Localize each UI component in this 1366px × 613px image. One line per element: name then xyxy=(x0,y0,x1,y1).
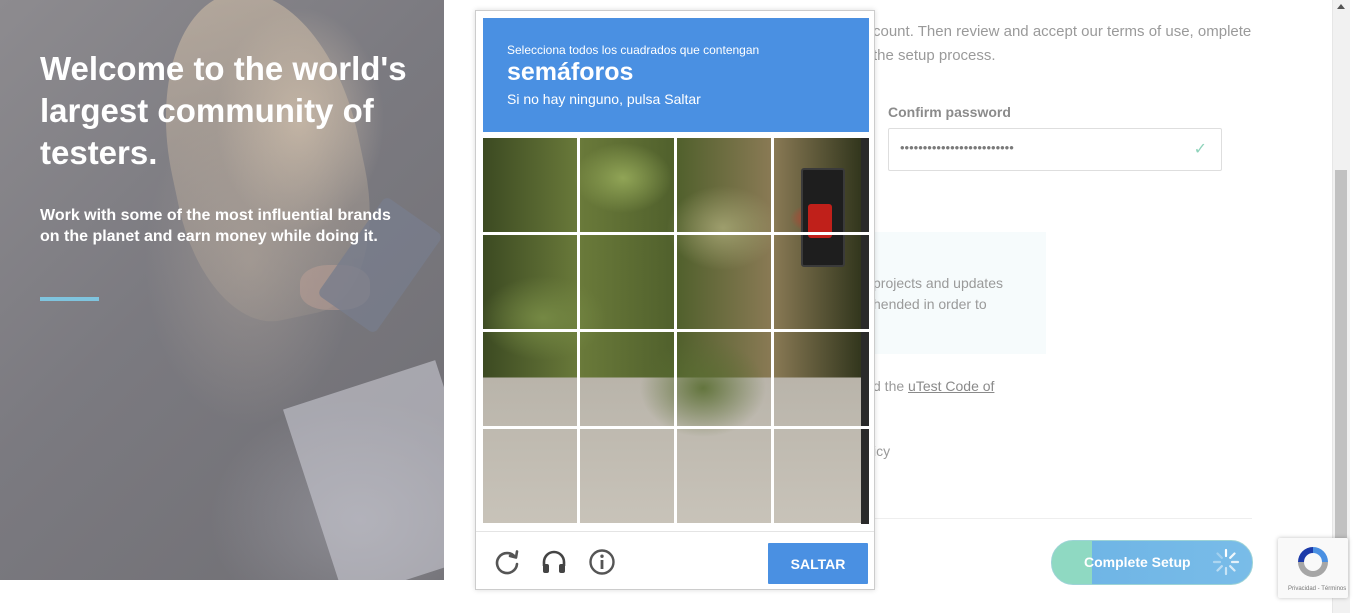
complete-setup-label: Complete Setup xyxy=(1084,554,1191,570)
hero-accent-bar xyxy=(40,297,99,301)
code-prefix: d the xyxy=(873,378,909,394)
headphones-icon[interactable] xyxy=(540,548,568,576)
captcha-hint: Si no hay ninguno, pulsa Saltar xyxy=(507,91,701,107)
check-icon: ✓ xyxy=(1193,141,1207,158)
captcha-target: semáforos xyxy=(507,58,634,86)
reload-icon[interactable] xyxy=(493,548,521,576)
scrollbar-thumb[interactable] xyxy=(1335,170,1347,538)
form-divider xyxy=(870,518,1252,519)
recaptcha-badge-text[interactable]: Privacidad - Términos xyxy=(1288,586,1346,592)
captcha-challenge: Selecciona todos los cuadrados que conte… xyxy=(475,10,875,590)
hero-panel: Welcome to the world's largest community… xyxy=(0,0,444,580)
hero-subtitle: Work with some of the most influential b… xyxy=(40,207,391,245)
hero-photo-paper xyxy=(283,360,444,580)
code-of-conduct-link[interactable]: uTest Code of xyxy=(908,378,994,394)
privacy-policy-fragment[interactable]: icy xyxy=(873,443,890,459)
captcha-footer: SALTAR xyxy=(476,531,874,590)
captcha-tile[interactable] xyxy=(580,429,674,523)
notice-line-1: projects and updates xyxy=(873,275,1003,291)
notice-box: projects and updates hended in order to xyxy=(850,232,1046,354)
captcha-header: Selecciona todos los cuadrados que conte… xyxy=(483,18,869,132)
form-intro: count. Then review and accept our terms … xyxy=(873,23,1252,64)
captcha-tile[interactable] xyxy=(677,138,771,232)
captcha-tile[interactable] xyxy=(677,429,771,523)
captcha-tile[interactable] xyxy=(677,332,771,426)
captcha-tile[interactable] xyxy=(677,235,771,329)
recaptcha-logo-icon xyxy=(1298,547,1328,577)
scroll-up-arrow-icon[interactable] xyxy=(1337,4,1345,9)
code-of-conduct-text: d the uTest Code of xyxy=(873,378,994,394)
captcha-image-grid xyxy=(483,138,869,524)
confirm-password-value: ••••••••••••••••••••••••• xyxy=(900,140,1014,155)
confirm-password-field[interactable]: ••••••••••••••••••••••••• ✓ xyxy=(888,128,1222,171)
notice-line-2: hended in order to xyxy=(873,296,987,312)
captcha-tile[interactable] xyxy=(580,138,674,232)
captcha-tile[interactable] xyxy=(483,332,577,426)
recaptcha-badge[interactable]: Privacidad - Términos xyxy=(1278,538,1348,598)
captcha-tile[interactable] xyxy=(483,429,577,523)
captcha-tile[interactable] xyxy=(774,235,868,329)
captcha-tile[interactable] xyxy=(483,235,577,329)
skip-button[interactable]: SALTAR xyxy=(768,543,868,584)
complete-setup-button[interactable]: Complete Setup xyxy=(1051,540,1253,585)
loading-spinner-icon xyxy=(1212,548,1240,576)
captcha-tile[interactable] xyxy=(580,332,674,426)
captcha-tile[interactable] xyxy=(774,138,868,232)
captcha-tile[interactable] xyxy=(774,429,868,523)
captcha-tile[interactable] xyxy=(483,138,577,232)
page-scrollbar[interactable] xyxy=(1332,0,1350,613)
captcha-instruction: Selecciona todos los cuadrados que conte… xyxy=(507,43,760,57)
hero-title: Welcome to the world's largest community… xyxy=(40,50,407,171)
confirm-password-label: Confirm password xyxy=(888,104,1011,120)
captcha-tile[interactable] xyxy=(580,235,674,329)
info-icon[interactable] xyxy=(588,548,616,576)
captcha-tile[interactable] xyxy=(774,332,868,426)
